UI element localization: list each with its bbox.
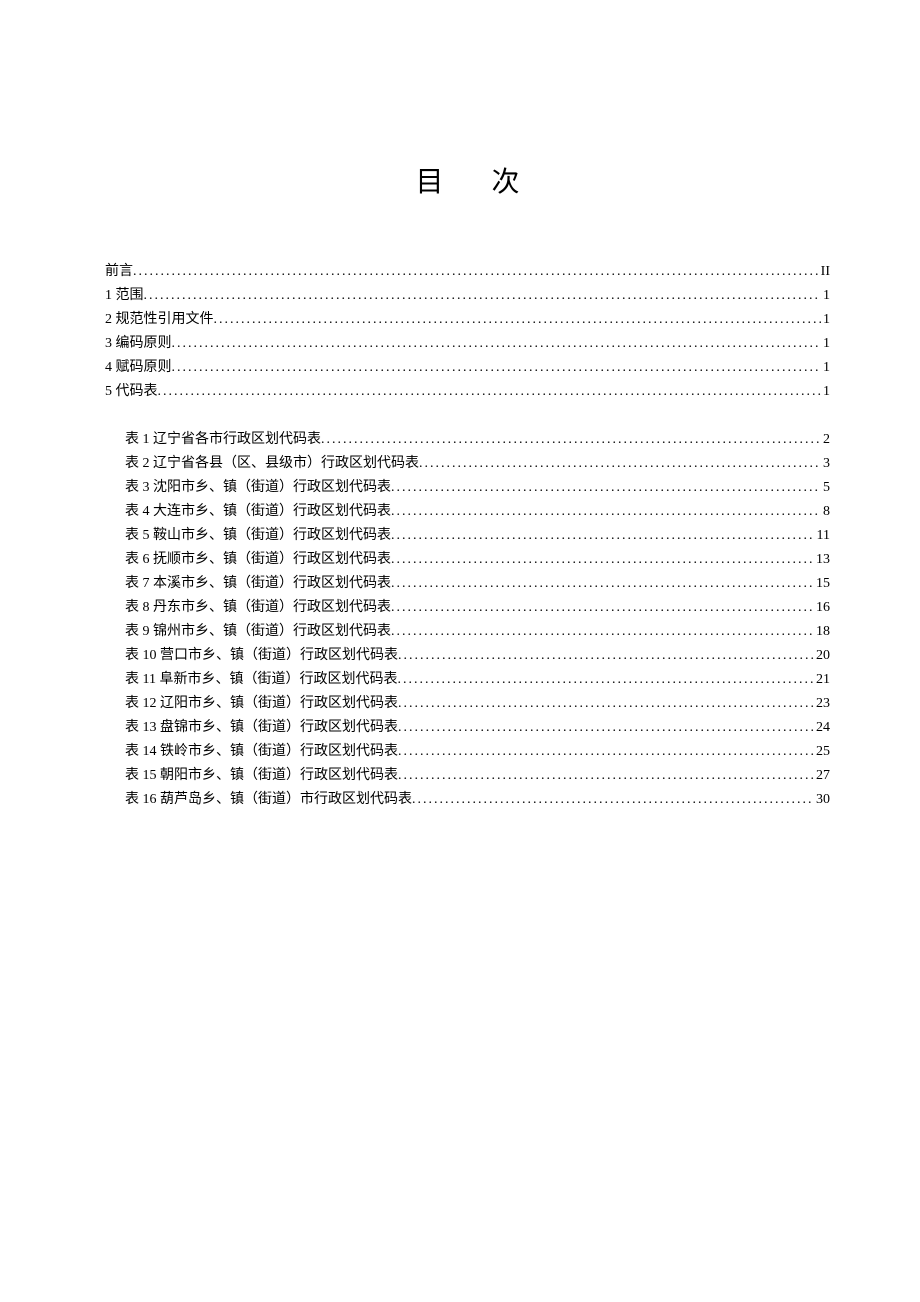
toc-page: 1 [821,332,830,356]
toc-page: 18 [814,620,830,644]
toc-label: 表 16 葫芦岛乡、镇（街道）市行政区划代码表 [125,788,412,812]
toc-page: 20 [814,644,830,668]
toc-page: 8 [821,500,830,524]
toc-label: 4 赋码原则 [105,356,172,380]
toc-leader [133,260,819,284]
toc-label: 表 1 辽宁省各市行政区划代码表 [125,428,321,452]
toc-page: 15 [814,572,830,596]
toc-leader [144,284,822,308]
toc-page: 5 [821,476,830,500]
toc-entry: 表 5 鞍山市乡、镇（街道）行政区划代码表 11 [105,524,830,548]
toc-entry: 5 代码表 1 [105,380,830,404]
toc-leader [391,476,821,500]
toc-page: 27 [814,764,830,788]
toc-leader [391,620,814,644]
toc-page: 21 [814,668,830,692]
toc-page: 1 [821,308,830,332]
toc-page: 1 [821,356,830,380]
toc-entry: 表 9 锦州市乡、镇（街道）行政区划代码表 18 [105,620,830,644]
toc-page: 2 [821,428,830,452]
toc-leader [398,644,814,668]
toc-leader [398,716,814,740]
toc-page: 1 [821,380,830,404]
toc-page: II [819,260,830,284]
toc-page: 23 [814,692,830,716]
toc-leader [398,740,814,764]
toc-leader [391,572,814,596]
toc-leader [391,524,815,548]
toc-leader [391,548,814,572]
toc-label: 表 5 鞍山市乡、镇（街道）行政区划代码表 [125,524,391,548]
section-gap [105,404,830,428]
toc-entry: 表 15 朝阳市乡、镇（街道）行政区划代码表 27 [105,764,830,788]
toc-entry: 表 14 铁岭市乡、镇（街道）行政区划代码表 25 [105,740,830,764]
toc-label: 3 编码原则 [105,332,172,356]
toc-entry: 表 8 丹东市乡、镇（街道）行政区划代码表 16 [105,596,830,620]
toc-entry: 表 3 沈阳市乡、镇（街道）行政区划代码表 5 [105,476,830,500]
toc-page: 11 [815,524,830,548]
toc-label: 表 10 营口市乡、镇（街道）行政区划代码表 [125,644,398,668]
toc-entry: 表 11 阜新市乡、镇（街道）行政区划代码表 21 [105,668,830,692]
toc-leader [321,428,821,452]
toc-entry: 3 编码原则 1 [105,332,830,356]
toc-label: 2 规范性引用文件 [105,308,214,332]
toc-leader [391,500,821,524]
toc-page: 24 [814,716,830,740]
toc-entry: 表 13 盘锦市乡、镇（街道）行政区划代码表 24 [105,716,830,740]
toc-title: 目次 [105,160,830,200]
toc-label: 表 13 盘锦市乡、镇（街道）行政区划代码表 [125,716,398,740]
table-of-contents: 前言 II 1 范围 1 2 规范性引用文件 1 3 编码原则 1 4 赋码原则… [105,260,830,812]
toc-entry: 1 范围 1 [105,284,830,308]
toc-entry: 表 1 辽宁省各市行政区划代码表 2 [105,428,830,452]
toc-entry: 表 7 本溪市乡、镇（街道）行政区划代码表 15 [105,572,830,596]
toc-entry: 表 10 营口市乡、镇（街道）行政区划代码表 20 [105,644,830,668]
toc-leader [419,452,821,476]
toc-label: 表 4 大连市乡、镇（街道）行政区划代码表 [125,500,391,524]
toc-entry: 表 2 辽宁省各县（区、县级市）行政区划代码表 3 [105,452,830,476]
toc-leader [214,308,822,332]
toc-leader [398,764,814,788]
toc-page: 1 [821,284,830,308]
toc-page: 13 [814,548,830,572]
toc-label: 1 范围 [105,284,144,308]
toc-leader [391,596,814,620]
toc-label: 表 3 沈阳市乡、镇（街道）行政区划代码表 [125,476,391,500]
toc-leader [398,692,814,716]
toc-entry: 表 16 葫芦岛乡、镇（街道）市行政区划代码表 30 [105,788,830,812]
toc-leader [172,356,822,380]
toc-page: 30 [814,788,830,812]
toc-leader [172,332,822,356]
toc-label: 表 9 锦州市乡、镇（街道）行政区划代码表 [125,620,391,644]
toc-entry: 2 规范性引用文件 1 [105,308,830,332]
toc-leader [397,668,814,692]
toc-label: 表 14 铁岭市乡、镇（街道）行政区划代码表 [125,740,398,764]
toc-label: 表 12 辽阳市乡、镇（街道）行政区划代码表 [125,692,398,716]
toc-page: 3 [821,452,830,476]
toc-entry: 4 赋码原则 1 [105,356,830,380]
toc-label: 表 11 阜新市乡、镇（街道）行政区划代码表 [125,668,397,692]
toc-label: 表 7 本溪市乡、镇（街道）行政区划代码表 [125,572,391,596]
toc-label: 5 代码表 [105,380,158,404]
toc-label: 表 2 辽宁省各县（区、县级市）行政区划代码表 [125,452,419,476]
toc-entry: 表 4 大连市乡、镇（街道）行政区划代码表 8 [105,500,830,524]
toc-entry: 前言 II [105,260,830,284]
toc-entry: 表 12 辽阳市乡、镇（街道）行政区划代码表 23 [105,692,830,716]
toc-label: 表 8 丹东市乡、镇（街道）行政区划代码表 [125,596,391,620]
toc-page: 25 [814,740,830,764]
toc-leader [158,380,822,404]
toc-entry: 表 6 抚顺市乡、镇（街道）行政区划代码表 13 [105,548,830,572]
toc-page: 16 [814,596,830,620]
toc-label: 表 6 抚顺市乡、镇（街道）行政区划代码表 [125,548,391,572]
toc-leader [412,788,814,812]
toc-label: 表 15 朝阳市乡、镇（街道）行政区划代码表 [125,764,398,788]
toc-label: 前言 [105,260,133,284]
